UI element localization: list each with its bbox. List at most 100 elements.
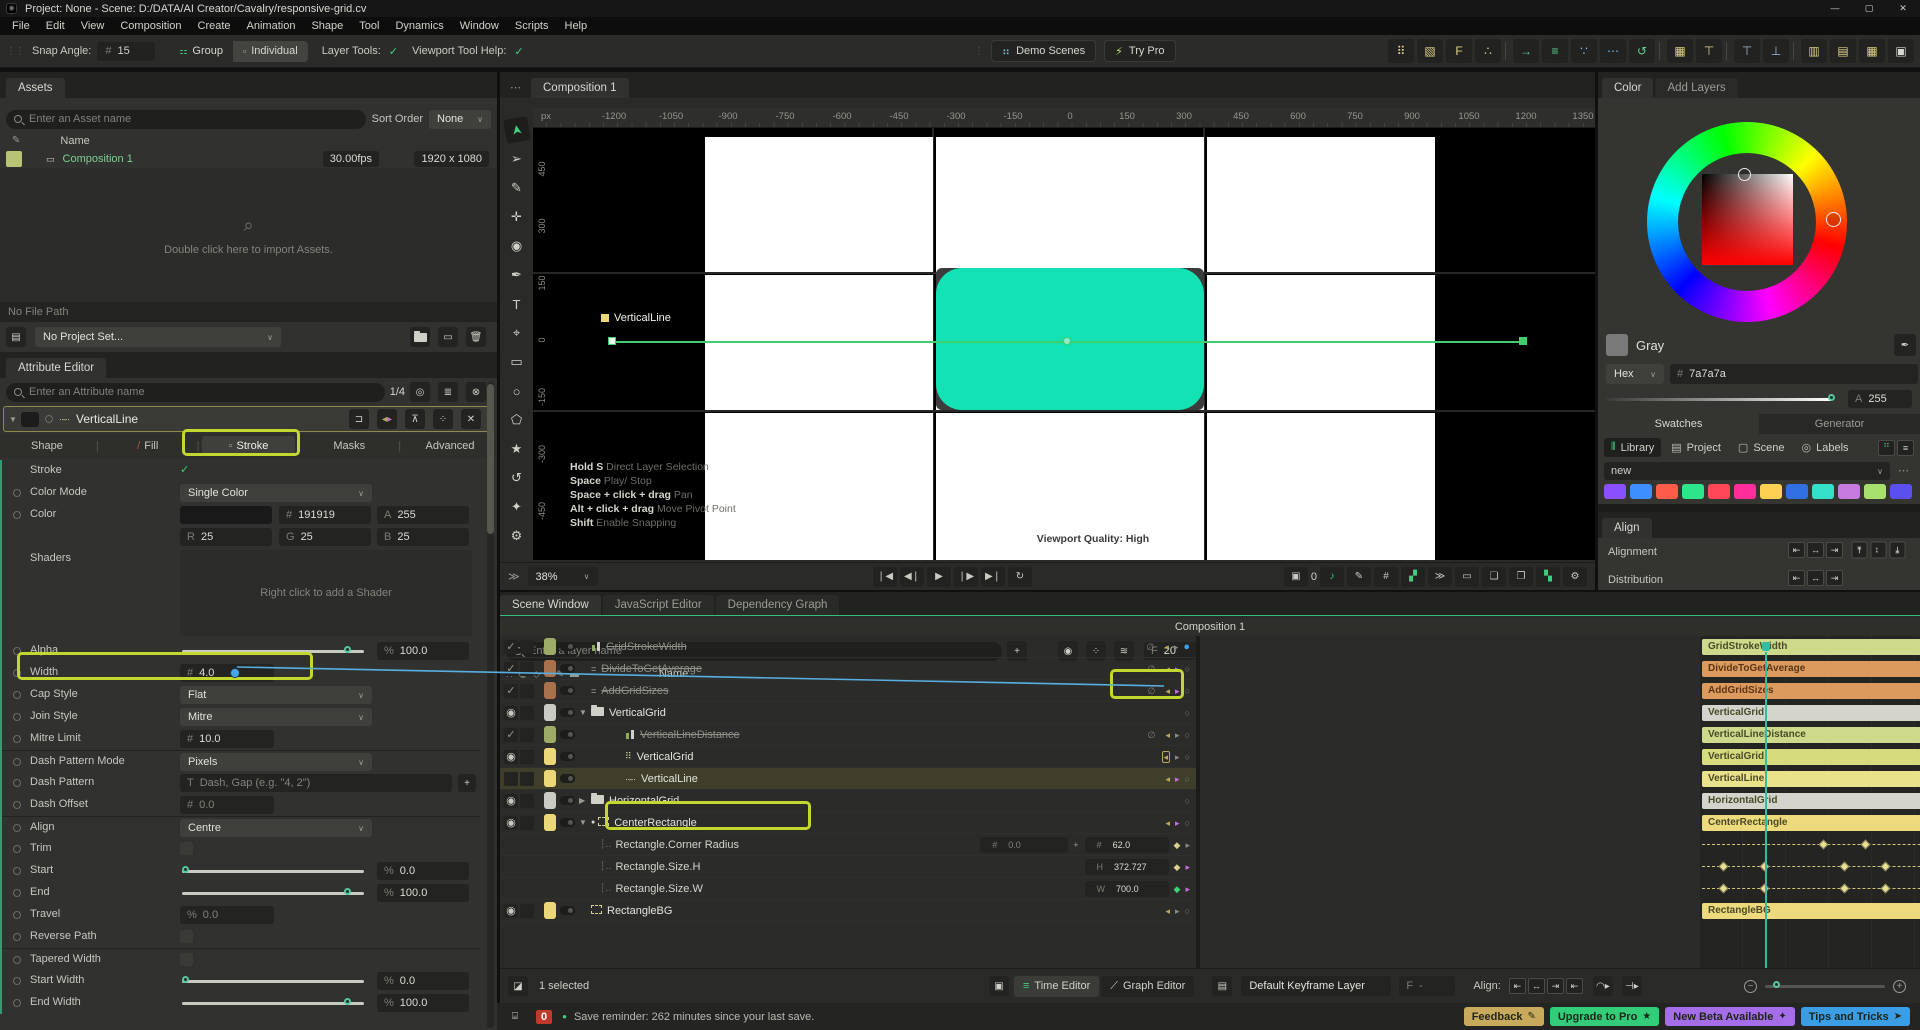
shaders-box[interactable]: Right click to add a Shader — [180, 550, 472, 636]
source-project[interactable]: ▤ Project — [1664, 438, 1728, 457]
speaker-icon[interactable]: ♪ — [1320, 566, 1344, 587]
width-field[interactable]: #4.0 — [180, 664, 274, 682]
trash-icon[interactable]: 🗑︎ — [466, 327, 486, 347]
end-width-value-field[interactable]: % 100.0 — [377, 994, 469, 1012]
layer-color-swatch[interactable] — [544, 748, 556, 765]
diamond-icon[interactable]: ◆ — [1174, 862, 1181, 873]
editor-mode-icon[interactable]: ▣ — [989, 976, 1009, 996]
layer-ports[interactable]: ◂ ▸ ○ — [1156, 812, 1191, 834]
join-style-dropdown[interactable]: Mitre ∨ — [180, 708, 372, 726]
circle-icon[interactable]: ○ — [1185, 708, 1190, 718]
graph-editor-tab[interactable]: ⟋ Graph Editor — [1101, 975, 1195, 997]
viewport-canvas[interactable]: VerticalLine 450 300 150 0 -150 -300 -450 Hold… — [533, 128, 1595, 560]
tab-add-layers[interactable]: Add Layers — [1655, 78, 1738, 98]
menu-shape[interactable]: Shape — [303, 17, 351, 35]
layer-tools-check[interactable]: ✓ — [389, 45, 398, 58]
render-toggle[interactable] — [560, 686, 575, 695]
try-pro-button[interactable]: ⚡ Try Pro — [1104, 40, 1176, 62]
align-bars-icon[interactable]: ≡ — [1542, 39, 1568, 63]
check-toggle[interactable]: ✓ — [504, 683, 518, 698]
rotate-tool[interactable]: ↺ — [505, 466, 529, 490]
trim-checkbox[interactable] — [180, 842, 193, 855]
list-view-icon[interactable]: ≡ — [1897, 439, 1914, 456]
layer-color-swatch[interactable] — [544, 814, 556, 831]
rows-icon[interactable]: ▤ — [1830, 39, 1856, 63]
direct-select-tool[interactable]: ➢ — [505, 147, 529, 171]
line-pivot-handle[interactable] — [1063, 337, 1071, 345]
tab-generator[interactable]: Generator — [1759, 414, 1920, 434]
layer-ports[interactable]: ◂ ▸ ○ — [1156, 900, 1191, 922]
line-start-handle[interactable] — [608, 337, 616, 345]
swatch-11[interactable] — [1890, 484, 1912, 499]
alpha-slider[interactable] — [182, 645, 364, 653]
keys-nav-icon[interactable]: ◂ ▸ — [377, 409, 397, 429]
layer-ports[interactable]: ◂ ▸ ○ — [1156, 768, 1191, 790]
layer-row-rectangle-size-w[interactable]: ┆‥ Rectangle.Size.W W 700.0 ◆ ▸ — [500, 878, 1196, 900]
tri-magenta-icon[interactable]: ▸ — [1185, 884, 1190, 895]
end-width-slider[interactable] — [182, 997, 364, 1005]
eyedropper-icon[interactable]: ✒ — [1894, 334, 1916, 356]
track-rectanglebg[interactable]: RectangleBG — [1700, 900, 1920, 922]
grid-cells-icon[interactable]: ▦ — [1859, 39, 1885, 63]
keyframe-diamond[interactable] — [1818, 839, 1829, 850]
color-mode-dropdown[interactable]: Single Color ∨ — [180, 484, 372, 502]
keyframe-layer-dropdown[interactable]: Default Keyframe Layer — [1241, 976, 1392, 996]
eye-toggle[interactable]: ◉ — [504, 815, 518, 830]
layer-row-horizontalgrid[interactable]: ◉ ▶ HorizontalGrid ○ — [500, 790, 1196, 812]
start-slider-knob[interactable] — [182, 865, 189, 873]
track-bar[interactable]: VerticalGrid — [1702, 749, 1920, 765]
circle-icon[interactable]: ○ — [1185, 906, 1190, 916]
source-library[interactable]: ⫴ Library — [1604, 438, 1662, 457]
track-rectangle-corner-radius[interactable] — [1700, 834, 1920, 856]
diamond-green-icon[interactable]: ◆ — [1174, 884, 1181, 895]
menu-create[interactable]: Create — [190, 17, 239, 35]
keyframe-circle-icon[interactable] — [13, 824, 21, 832]
project-set-dropdown[interactable]: No Project Set... ∨ — [35, 327, 281, 347]
pin-icon[interactable]: ⊼ — [405, 409, 425, 429]
footer-frame-field[interactable]: F- — [1399, 976, 1456, 996]
dash-pattern-mode-dropdown[interactable]: Pixels ∨ — [180, 753, 372, 771]
render-toggle[interactable] — [560, 906, 575, 915]
focus-icon[interactable]: ⁘ — [433, 409, 453, 429]
dots-grid-icon[interactable]: ⠿ — [1388, 39, 1414, 63]
check-toggle[interactable]: ✓ — [504, 727, 518, 742]
key-align-button-1[interactable]: ↔ — [1527, 978, 1545, 994]
step-forward-icon[interactable]: ❘▶ — [954, 566, 978, 587]
layer-color-swatch[interactable] — [544, 638, 556, 655]
attribute-scrollbar[interactable] — [487, 382, 494, 1028]
loop-icon[interactable]: ↻ — [1008, 566, 1032, 587]
layer-ports[interactable]: ∅ ◂ ▸ ○ — [1143, 680, 1190, 702]
layer-row-verticalgrid[interactable]: ◉ ▼ VerticalGrid ○ — [500, 702, 1196, 724]
swatch-1[interactable] — [1630, 484, 1652, 499]
source-labels[interactable]: ◎ Labels — [1795, 438, 1856, 457]
add-list-icon[interactable]: ≣ — [438, 382, 458, 402]
distribute-button-2[interactable]: ⇥ — [1826, 570, 1843, 586]
width-slider-knob[interactable] — [230, 668, 240, 678]
track-horizontalgrid[interactable]: HorizontalGrid — [1700, 790, 1920, 812]
start-width-value-field[interactable]: % 0.0 — [377, 972, 469, 990]
track-bar[interactable]: VerticalLineDistance — [1702, 727, 1920, 743]
toolbar-grip[interactable]: ⋮⋮ — [6, 46, 25, 57]
settings-tool[interactable]: ⚙ — [505, 524, 529, 548]
timeline-splitter[interactable] — [1196, 636, 1200, 968]
camera-tool[interactable]: ◉ — [505, 234, 529, 258]
menu-tool[interactable]: Tool — [351, 17, 387, 35]
layer-color-swatch[interactable] — [544, 902, 556, 919]
render-toggle[interactable] — [560, 818, 575, 827]
layer-ports[interactable]: ○ — [1180, 790, 1190, 812]
track-addgridsizes[interactable]: AddGridSizes — [1700, 680, 1920, 702]
skip-start-icon[interactable]: ❘◀ — [873, 566, 897, 587]
snap-angle-field[interactable]: # 15 — [97, 41, 156, 61]
check-icon[interactable]: ✓ — [180, 463, 189, 476]
gear-icon[interactable]: ⚙ — [1563, 566, 1587, 587]
select-tool[interactable]: ➤ — [502, 116, 531, 144]
isolate-icon[interactable]: ⊐ — [349, 409, 369, 429]
tab-swatches[interactable]: Swatches — [1598, 414, 1759, 434]
arrow-right-icon[interactable]: → — [1513, 39, 1539, 63]
layer-color-swatch[interactable] — [544, 682, 556, 699]
toggle-slot-2[interactable] — [520, 771, 534, 786]
tab-color[interactable]: Color — [1602, 78, 1654, 98]
pick-icon[interactable]: ◎ — [410, 382, 430, 402]
swatch-10[interactable] — [1864, 484, 1886, 499]
time-editor-tab[interactable]: ≡ Time Editor — [1014, 975, 1100, 997]
